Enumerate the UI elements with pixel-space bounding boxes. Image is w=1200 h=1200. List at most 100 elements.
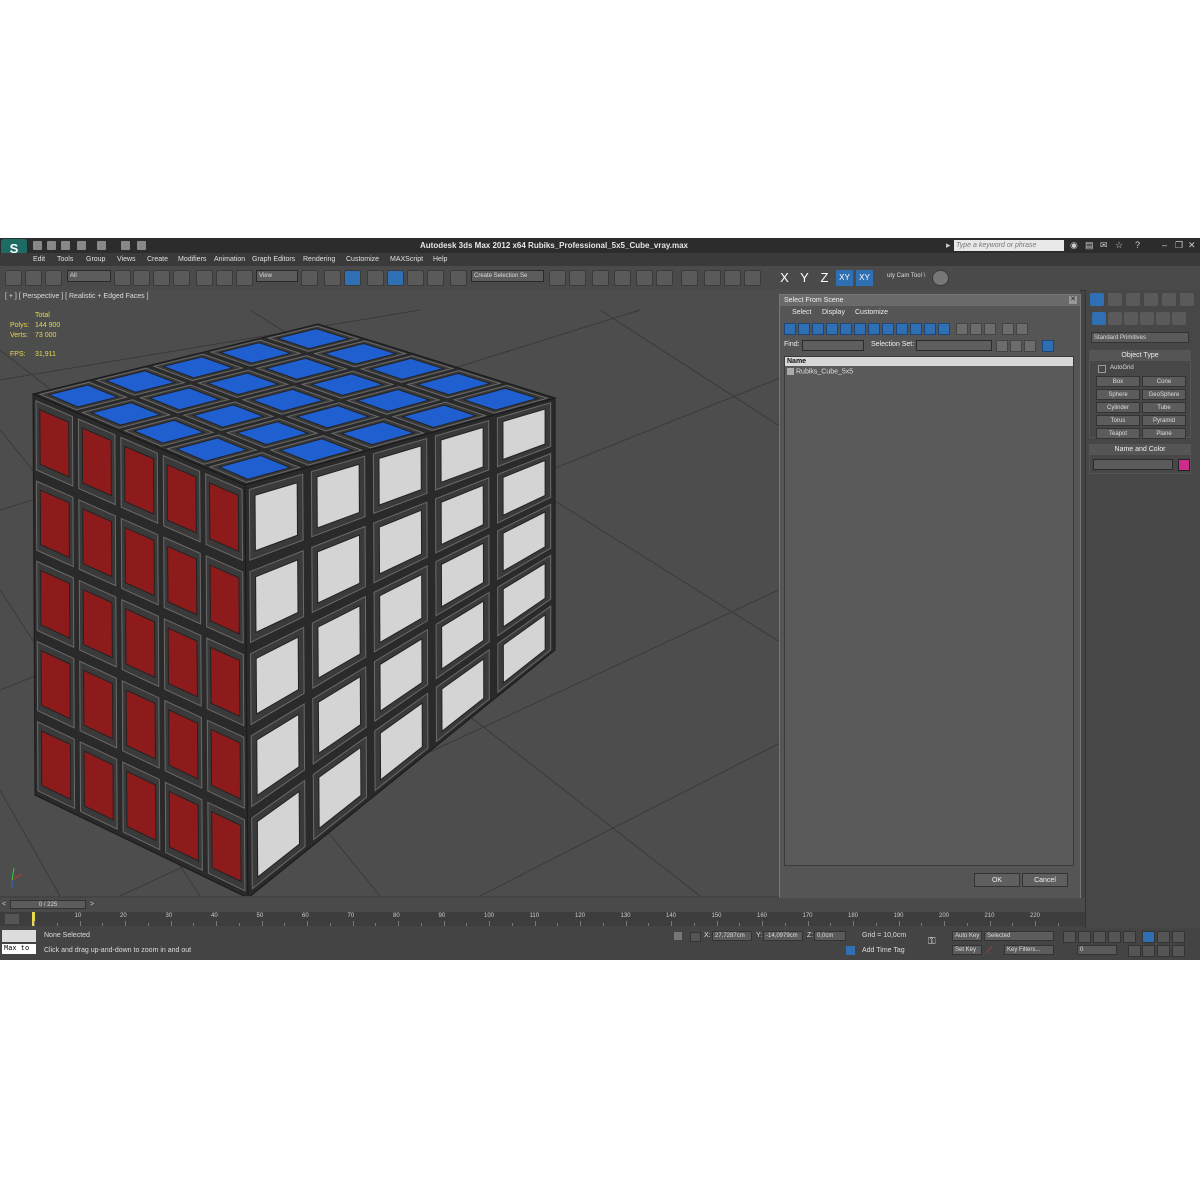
tube-button[interactable]: Tube (1142, 402, 1186, 413)
display-frozen-icon[interactable] (924, 323, 936, 335)
project-folder-icon[interactable] (121, 241, 130, 250)
menu-create[interactable]: Create (147, 256, 168, 263)
pan-icon[interactable] (1142, 945, 1155, 957)
rectangular-selection-icon[interactable] (153, 270, 170, 286)
dialog-close-icon[interactable]: ✕ (1069, 296, 1077, 304)
display-all-icon[interactable] (956, 323, 968, 335)
undo-icon[interactable] (77, 241, 86, 250)
object-type-title[interactable]: Object Type (1090, 351, 1190, 361)
box-button[interactable]: Box (1096, 376, 1140, 387)
zoom-all-icon[interactable] (1157, 931, 1170, 943)
key-icon[interactable]: ⟋ (986, 945, 998, 955)
subscription-icon[interactable]: ▤ (1085, 241, 1094, 250)
create-tab-icon[interactable] (1090, 293, 1104, 306)
auto-key-button[interactable]: Auto Key (952, 931, 982, 941)
cameras-category-icon[interactable] (1140, 312, 1154, 325)
schematic-view-icon[interactable] (656, 270, 673, 286)
shapes-category-icon[interactable] (1108, 312, 1122, 325)
display-lights-icon[interactable] (812, 323, 824, 335)
axis-z-button[interactable]: Z (816, 270, 833, 286)
space-warps-category-icon[interactable] (1172, 312, 1186, 325)
dialog-menu-select[interactable]: Select (792, 309, 811, 316)
maximize-viewport-icon[interactable] (1172, 945, 1185, 957)
key-selection-dropdown[interactable]: Selected (984, 931, 1054, 941)
menu-group[interactable]: Group (86, 256, 105, 263)
reference-coordinate-dropdown[interactable]: View (256, 270, 298, 282)
display-geometry-icon[interactable] (784, 323, 796, 335)
time-slider-right-arrow-icon[interactable]: > (90, 901, 94, 908)
time-config-icon[interactable] (1128, 945, 1141, 957)
select-by-name-icon[interactable] (133, 270, 150, 286)
go-to-start-icon[interactable] (1063, 931, 1076, 943)
display-containers-icon[interactable] (910, 323, 922, 335)
select-none-icon[interactable] (1010, 340, 1022, 352)
select-and-manipulate-icon[interactable] (324, 270, 341, 286)
percent-snap-icon[interactable] (407, 270, 424, 286)
time-slider-left-arrow-icon[interactable]: < (2, 901, 6, 908)
modify-tab-icon[interactable] (1108, 293, 1122, 306)
play-icon[interactable] (1093, 931, 1106, 943)
torus-button[interactable]: Torus (1096, 415, 1140, 426)
display-tab-icon[interactable] (1162, 293, 1176, 306)
sphere-button[interactable]: Sphere (1096, 389, 1140, 400)
graphite-ribbon-icon[interactable] (614, 270, 631, 286)
utilities-tab-icon[interactable] (1180, 293, 1194, 306)
menu-rendering[interactable]: Rendering (303, 256, 335, 263)
hierarchy-tab-icon[interactable] (1126, 293, 1140, 306)
axis-y-button[interactable]: Y (796, 270, 813, 286)
pivot-center-icon[interactable] (301, 270, 318, 286)
menu-modifiers[interactable]: Modifiers (178, 256, 206, 263)
move-icon[interactable] (196, 270, 213, 286)
time-tag-icon[interactable] (846, 946, 855, 955)
minimize-icon[interactable]: – (1162, 241, 1171, 250)
selection-filter-dropdown[interactable]: All (67, 270, 111, 282)
display-shapes-icon[interactable] (798, 323, 810, 335)
time-slider[interactable]: 0 / 225 (10, 900, 86, 909)
next-frame-icon[interactable] (1108, 931, 1121, 943)
dialog-menu-customize[interactable]: Customize (855, 309, 888, 316)
scene-object-list[interactable]: Name Rubiks_Cube_5x5 (784, 356, 1074, 866)
geosphere-button[interactable]: GeoSphere (1142, 389, 1186, 400)
select-object-icon[interactable] (114, 270, 131, 286)
render-setup-icon[interactable] (704, 270, 721, 286)
display-xrefs-icon[interactable] (882, 323, 894, 335)
menu-customize[interactable]: Customize (346, 256, 379, 263)
current-frame-input[interactable]: 0 (1077, 945, 1117, 955)
menu-graph-editors[interactable]: Graph Editors (252, 256, 295, 263)
new-file-icon[interactable] (33, 241, 42, 250)
search-input[interactable]: Type a keyword or phrase (954, 240, 1064, 251)
display-none-icon[interactable] (970, 323, 982, 335)
cylinder-button[interactable]: Cylinder (1096, 402, 1140, 413)
menu-animation[interactable]: Animation (214, 256, 245, 263)
spinner-snap-icon[interactable] (427, 270, 444, 286)
set-key-button[interactable]: Set Key (952, 945, 982, 955)
hierarchy-mode-icon[interactable] (1042, 340, 1054, 352)
window-crossing-icon[interactable] (173, 270, 190, 286)
key-filters-button[interactable]: Key Filters... (1004, 945, 1054, 955)
rubiks-cube-model[interactable] (31, 323, 557, 896)
angle-snap-icon[interactable] (387, 270, 404, 286)
add-time-tag-button[interactable]: Add Time Tag (862, 947, 905, 954)
sync-selection-icon[interactable] (1002, 323, 1014, 335)
axis-xy-cycle-button[interactable]: XY (856, 270, 873, 286)
geometry-category-icon[interactable] (1092, 312, 1106, 325)
go-to-end-icon[interactable] (1123, 931, 1136, 943)
plane-button[interactable]: Plane (1142, 428, 1186, 439)
material-editor-icon[interactable] (681, 270, 698, 286)
autogrid-checkbox[interactable] (1098, 365, 1106, 373)
column-header-name[interactable]: Name (785, 357, 1073, 366)
primitive-category-dropdown[interactable]: Standard Primitives (1091, 332, 1189, 343)
orbit-icon[interactable] (1157, 945, 1170, 957)
helpers-category-icon[interactable] (1156, 312, 1170, 325)
viewport-label[interactable]: [ + ] [ Perspective ] [ Realistic + Edge… (5, 293, 149, 300)
track-bar[interactable]: 10 20 30 40 50 60 70 80 90 100 110 120 130 140 150 160 1… (0, 912, 1085, 926)
snaps-toggle-icon[interactable] (367, 270, 384, 286)
edit-named-selection-icon[interactable] (450, 270, 467, 286)
absolute-mode-icon[interactable] (690, 932, 701, 942)
name-and-color-title[interactable]: Name and Color (1090, 445, 1190, 455)
open-file-icon[interactable] (47, 241, 56, 250)
find-input[interactable] (802, 340, 864, 351)
mini-curve-editor-icon[interactable] (5, 914, 19, 924)
rendered-frame-window-icon[interactable] (724, 270, 741, 286)
maxscript-listener-top[interactable] (2, 930, 36, 942)
